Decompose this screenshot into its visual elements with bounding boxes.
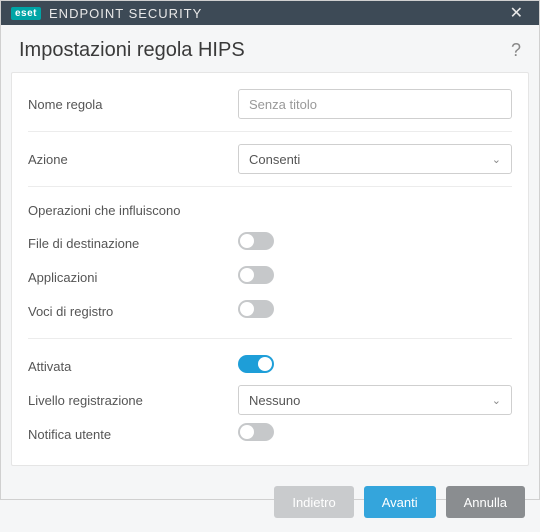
label-registry: Voci di registro	[28, 304, 238, 319]
help-icon[interactable]: ?	[511, 40, 521, 61]
operations-section-label: Operazioni che influiscono	[28, 197, 512, 226]
log-level-select[interactable]: Nessuno ⌄	[238, 385, 512, 415]
rule-name-input[interactable]	[238, 89, 512, 119]
divider	[28, 186, 512, 187]
settings-panel: Nome regola Azione Consenti ⌄ Operazioni…	[11, 72, 529, 466]
row-applications: Applicazioni	[28, 260, 512, 294]
label-action: Azione	[28, 152, 238, 167]
row-target-files: File di destinazione	[28, 226, 512, 260]
divider	[28, 338, 512, 339]
action-select[interactable]: Consenti ⌄	[238, 144, 512, 174]
log-level-value: Nessuno	[249, 393, 300, 408]
row-enabled: Attivata	[28, 349, 512, 383]
row-action: Azione Consenti ⌄	[28, 142, 512, 176]
toggle-notify-user[interactable]	[238, 423, 274, 441]
action-value: Consenti	[249, 152, 300, 167]
label-log-level: Livello registrazione	[28, 393, 238, 408]
label-target-files: File di destinazione	[28, 236, 238, 251]
toggle-registry[interactable]	[238, 300, 274, 318]
titlebar: eset ENDPOINT SECURITY ✕	[1, 1, 539, 25]
toggle-enabled[interactable]	[238, 355, 274, 373]
footer: Indietro Avanti Annulla	[1, 476, 539, 532]
chevron-down-icon: ⌄	[492, 153, 501, 166]
brand-text: ENDPOINT SECURITY	[49, 6, 202, 21]
page-title: Impostazioni regola HIPS	[19, 39, 511, 62]
page-header: Impostazioni regola HIPS ?	[1, 25, 539, 72]
toggle-target-files[interactable]	[238, 232, 274, 250]
row-notify-user: Notifica utente	[28, 417, 512, 451]
cancel-button[interactable]: Annulla	[446, 486, 525, 518]
toggle-applications[interactable]	[238, 266, 274, 284]
row-rule-name: Nome regola	[28, 87, 512, 121]
row-registry: Voci di registro	[28, 294, 512, 328]
row-log-level: Livello registrazione Nessuno ⌄	[28, 383, 512, 417]
back-button: Indietro	[274, 486, 353, 518]
label-rule-name: Nome regola	[28, 97, 238, 112]
next-button[interactable]: Avanti	[364, 486, 436, 518]
chevron-down-icon: ⌄	[492, 394, 501, 407]
close-icon[interactable]: ✕	[504, 1, 529, 25]
label-enabled: Attivata	[28, 359, 238, 374]
label-applications: Applicazioni	[28, 270, 238, 285]
divider	[28, 131, 512, 132]
label-notify-user: Notifica utente	[28, 427, 238, 442]
brand-short: eset	[11, 7, 41, 20]
brand-logo: eset ENDPOINT SECURITY	[11, 6, 202, 21]
